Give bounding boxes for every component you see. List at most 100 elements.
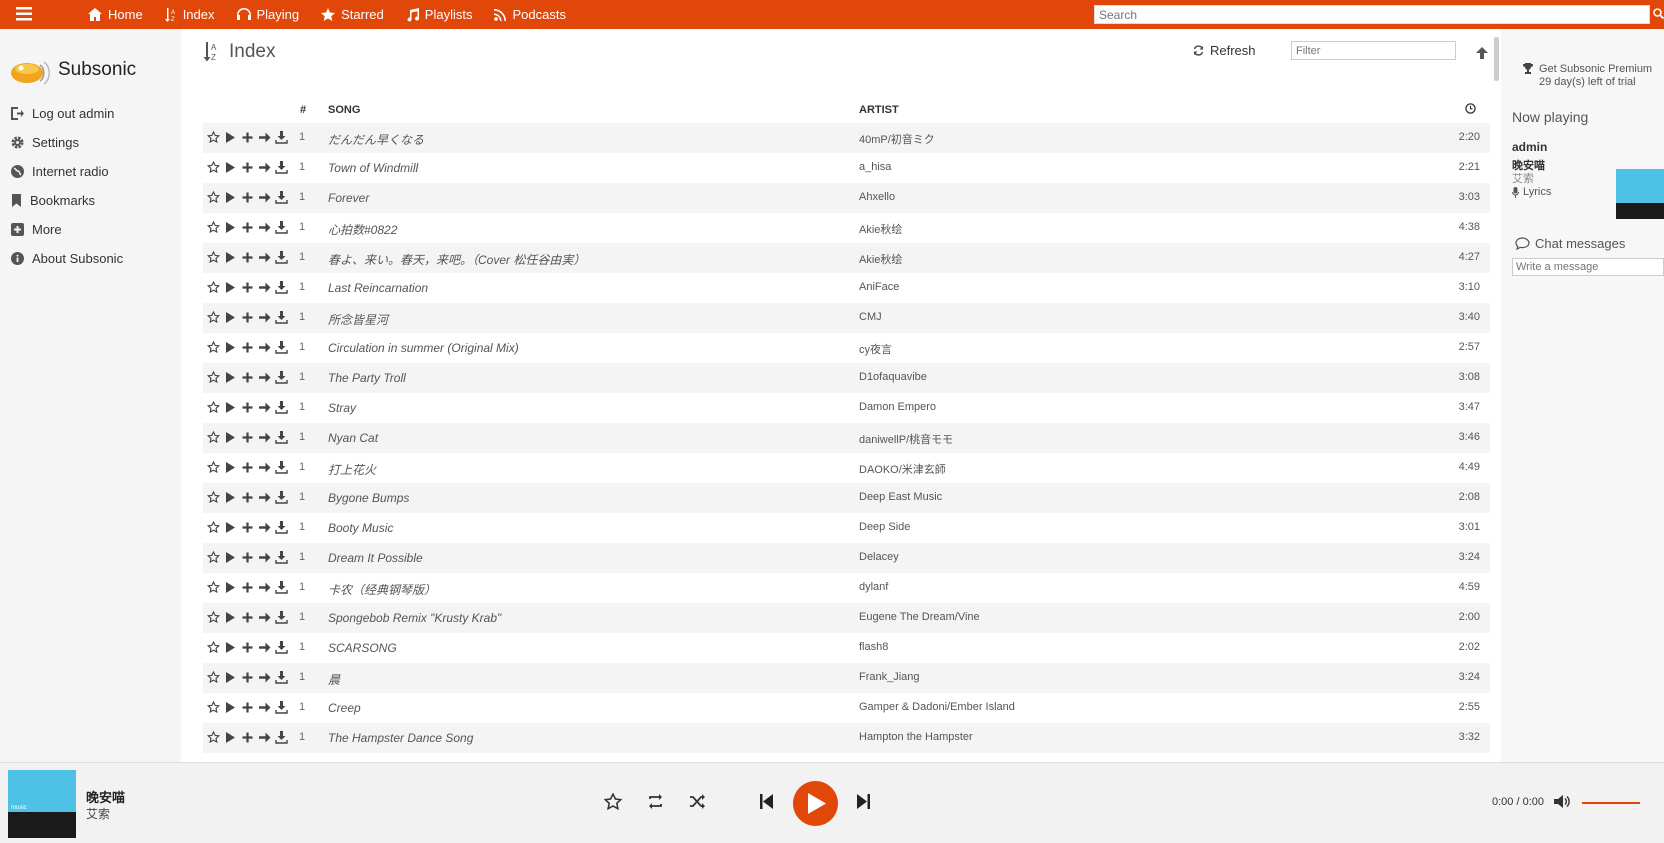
star-icon[interactable] xyxy=(207,281,220,294)
table-row[interactable]: 1 Forever Ahxello 3:03 xyxy=(203,183,1490,213)
player-artist[interactable]: 艾索 xyxy=(86,805,110,822)
table-row[interactable]: 1 Spongebob Remix "Krusty Krab" Eugene The… xyxy=(203,603,1490,633)
add-icon[interactable] xyxy=(241,491,254,504)
star-icon[interactable] xyxy=(207,641,220,654)
artist-name[interactable]: Frank_Jiang xyxy=(859,671,920,683)
sidebar-item-about[interactable]: About Subsonic xyxy=(11,251,123,266)
arrow-right-icon[interactable] xyxy=(258,461,271,474)
artist-name[interactable]: D1ofaquavibe xyxy=(859,371,927,383)
download-icon[interactable] xyxy=(275,671,288,684)
arrow-right-icon[interactable] xyxy=(258,581,271,594)
add-icon[interactable] xyxy=(241,161,254,174)
add-icon[interactable] xyxy=(241,671,254,684)
song-title[interactable]: 卡农（经典钢琴版） xyxy=(328,581,436,598)
volume-slider[interactable] xyxy=(1582,802,1640,804)
star-icon[interactable] xyxy=(207,581,220,594)
table-row[interactable]: 1 SCARSONG flash8 2:02 xyxy=(203,633,1490,663)
play-icon[interactable] xyxy=(224,371,237,384)
add-icon[interactable] xyxy=(241,431,254,444)
table-row[interactable]: 1 打上花火 DAOKO/米津玄師 4:49 xyxy=(203,453,1490,483)
table-row[interactable]: 1 Town of Windmill a_hisa 2:21 xyxy=(203,153,1490,183)
play-icon[interactable] xyxy=(224,341,237,354)
star-icon[interactable] xyxy=(207,731,220,744)
song-title[interactable]: The Party Troll xyxy=(328,371,406,385)
arrow-right-icon[interactable] xyxy=(258,281,271,294)
star-icon[interactable] xyxy=(207,671,220,684)
song-title[interactable]: SCARSONG xyxy=(328,641,397,655)
add-icon[interactable] xyxy=(241,191,254,204)
artist-name[interactable]: cy夜言 xyxy=(859,341,892,357)
artist-name[interactable]: Eugene The Dream/Vine xyxy=(859,611,980,623)
play-icon[interactable] xyxy=(224,581,237,594)
download-icon[interactable] xyxy=(275,551,288,564)
song-title[interactable]: Forever xyxy=(328,191,369,205)
play-icon[interactable] xyxy=(224,551,237,564)
sidebar-item-logout[interactable]: Log out admin xyxy=(11,106,114,121)
arrow-right-icon[interactable] xyxy=(258,491,271,504)
download-icon[interactable] xyxy=(275,611,288,624)
chat-message-input[interactable] xyxy=(1512,258,1664,276)
add-icon[interactable] xyxy=(241,221,254,234)
play-icon[interactable] xyxy=(224,611,237,624)
now-playing-artist[interactable]: 艾索 xyxy=(1512,170,1534,186)
arrow-up-icon[interactable] xyxy=(1476,47,1488,59)
song-title[interactable]: Booty Music xyxy=(328,521,393,535)
download-icon[interactable] xyxy=(275,251,288,264)
nav-playlists[interactable]: Playlists xyxy=(406,7,472,22)
table-row[interactable]: 1 Booty Music Deep Side 3:01 xyxy=(203,513,1490,543)
star-icon[interactable] xyxy=(207,701,220,714)
download-icon[interactable] xyxy=(275,401,288,414)
artist-name[interactable]: Hampton the Hampster xyxy=(859,731,973,743)
play-icon[interactable] xyxy=(224,641,237,654)
play-icon[interactable] xyxy=(224,461,237,474)
sidebar-item-more[interactable]: More xyxy=(11,222,62,237)
star-icon[interactable] xyxy=(207,371,220,384)
add-icon[interactable] xyxy=(241,701,254,714)
repeat-button[interactable] xyxy=(647,793,664,810)
table-row[interactable]: 1 The Party Troll D1ofaquavibe 3:08 xyxy=(203,363,1490,393)
play-icon[interactable] xyxy=(224,701,237,714)
table-row[interactable]: 1 晨 Frank_Jiang 3:24 xyxy=(203,663,1490,693)
nav-index[interactable]: AZ Index xyxy=(164,7,215,22)
artist-name[interactable]: Akie秋绘 xyxy=(859,251,902,267)
arrow-right-icon[interactable] xyxy=(258,221,271,234)
artist-name[interactable]: Deep East Music xyxy=(859,491,942,503)
play-icon[interactable] xyxy=(224,401,237,414)
refresh-button[interactable]: Refresh xyxy=(1193,43,1256,58)
song-title[interactable]: Circulation in summer (Original Mix) xyxy=(328,341,519,355)
artist-name[interactable]: 40mP/初音ミク xyxy=(859,131,935,147)
next-button[interactable] xyxy=(857,794,870,809)
download-icon[interactable] xyxy=(275,191,288,204)
artist-name[interactable]: Gamper & Dadoni/Ember Island xyxy=(859,701,1015,713)
star-icon[interactable] xyxy=(207,461,220,474)
arrow-right-icon[interactable] xyxy=(258,191,271,204)
song-title[interactable]: 所念皆星河 xyxy=(328,311,388,328)
arrow-right-icon[interactable] xyxy=(258,341,271,354)
arrow-right-icon[interactable] xyxy=(258,641,271,654)
sidebar-item-internet-radio[interactable]: Internet radio xyxy=(11,164,109,179)
play-icon[interactable] xyxy=(224,161,237,174)
download-icon[interactable] xyxy=(275,461,288,474)
search-icon[interactable] xyxy=(1653,8,1664,19)
artist-name[interactable]: a_hisa xyxy=(859,161,891,173)
arrow-right-icon[interactable] xyxy=(258,731,271,744)
table-row[interactable]: 1 Nyan Cat daniwellP/桃音モモ 3:46 xyxy=(203,423,1490,453)
artist-name[interactable]: Damon Empero xyxy=(859,401,936,413)
song-title[interactable]: Town of Windmill xyxy=(328,161,418,175)
download-icon[interactable] xyxy=(275,161,288,174)
song-title[interactable]: 晨 xyxy=(328,671,340,688)
star-icon[interactable] xyxy=(207,551,220,564)
song-title[interactable]: Stray xyxy=(328,401,356,415)
play-icon[interactable] xyxy=(224,521,237,534)
add-icon[interactable] xyxy=(241,521,254,534)
download-icon[interactable] xyxy=(275,641,288,654)
star-icon[interactable] xyxy=(207,611,220,624)
arrow-right-icon[interactable] xyxy=(258,401,271,414)
lyrics-link[interactable]: Lyrics xyxy=(1512,186,1551,198)
add-icon[interactable] xyxy=(241,281,254,294)
now-playing-cover[interactable] xyxy=(1616,169,1664,219)
add-icon[interactable] xyxy=(241,311,254,324)
download-icon[interactable] xyxy=(275,521,288,534)
add-icon[interactable] xyxy=(241,641,254,654)
star-icon[interactable] xyxy=(207,521,220,534)
